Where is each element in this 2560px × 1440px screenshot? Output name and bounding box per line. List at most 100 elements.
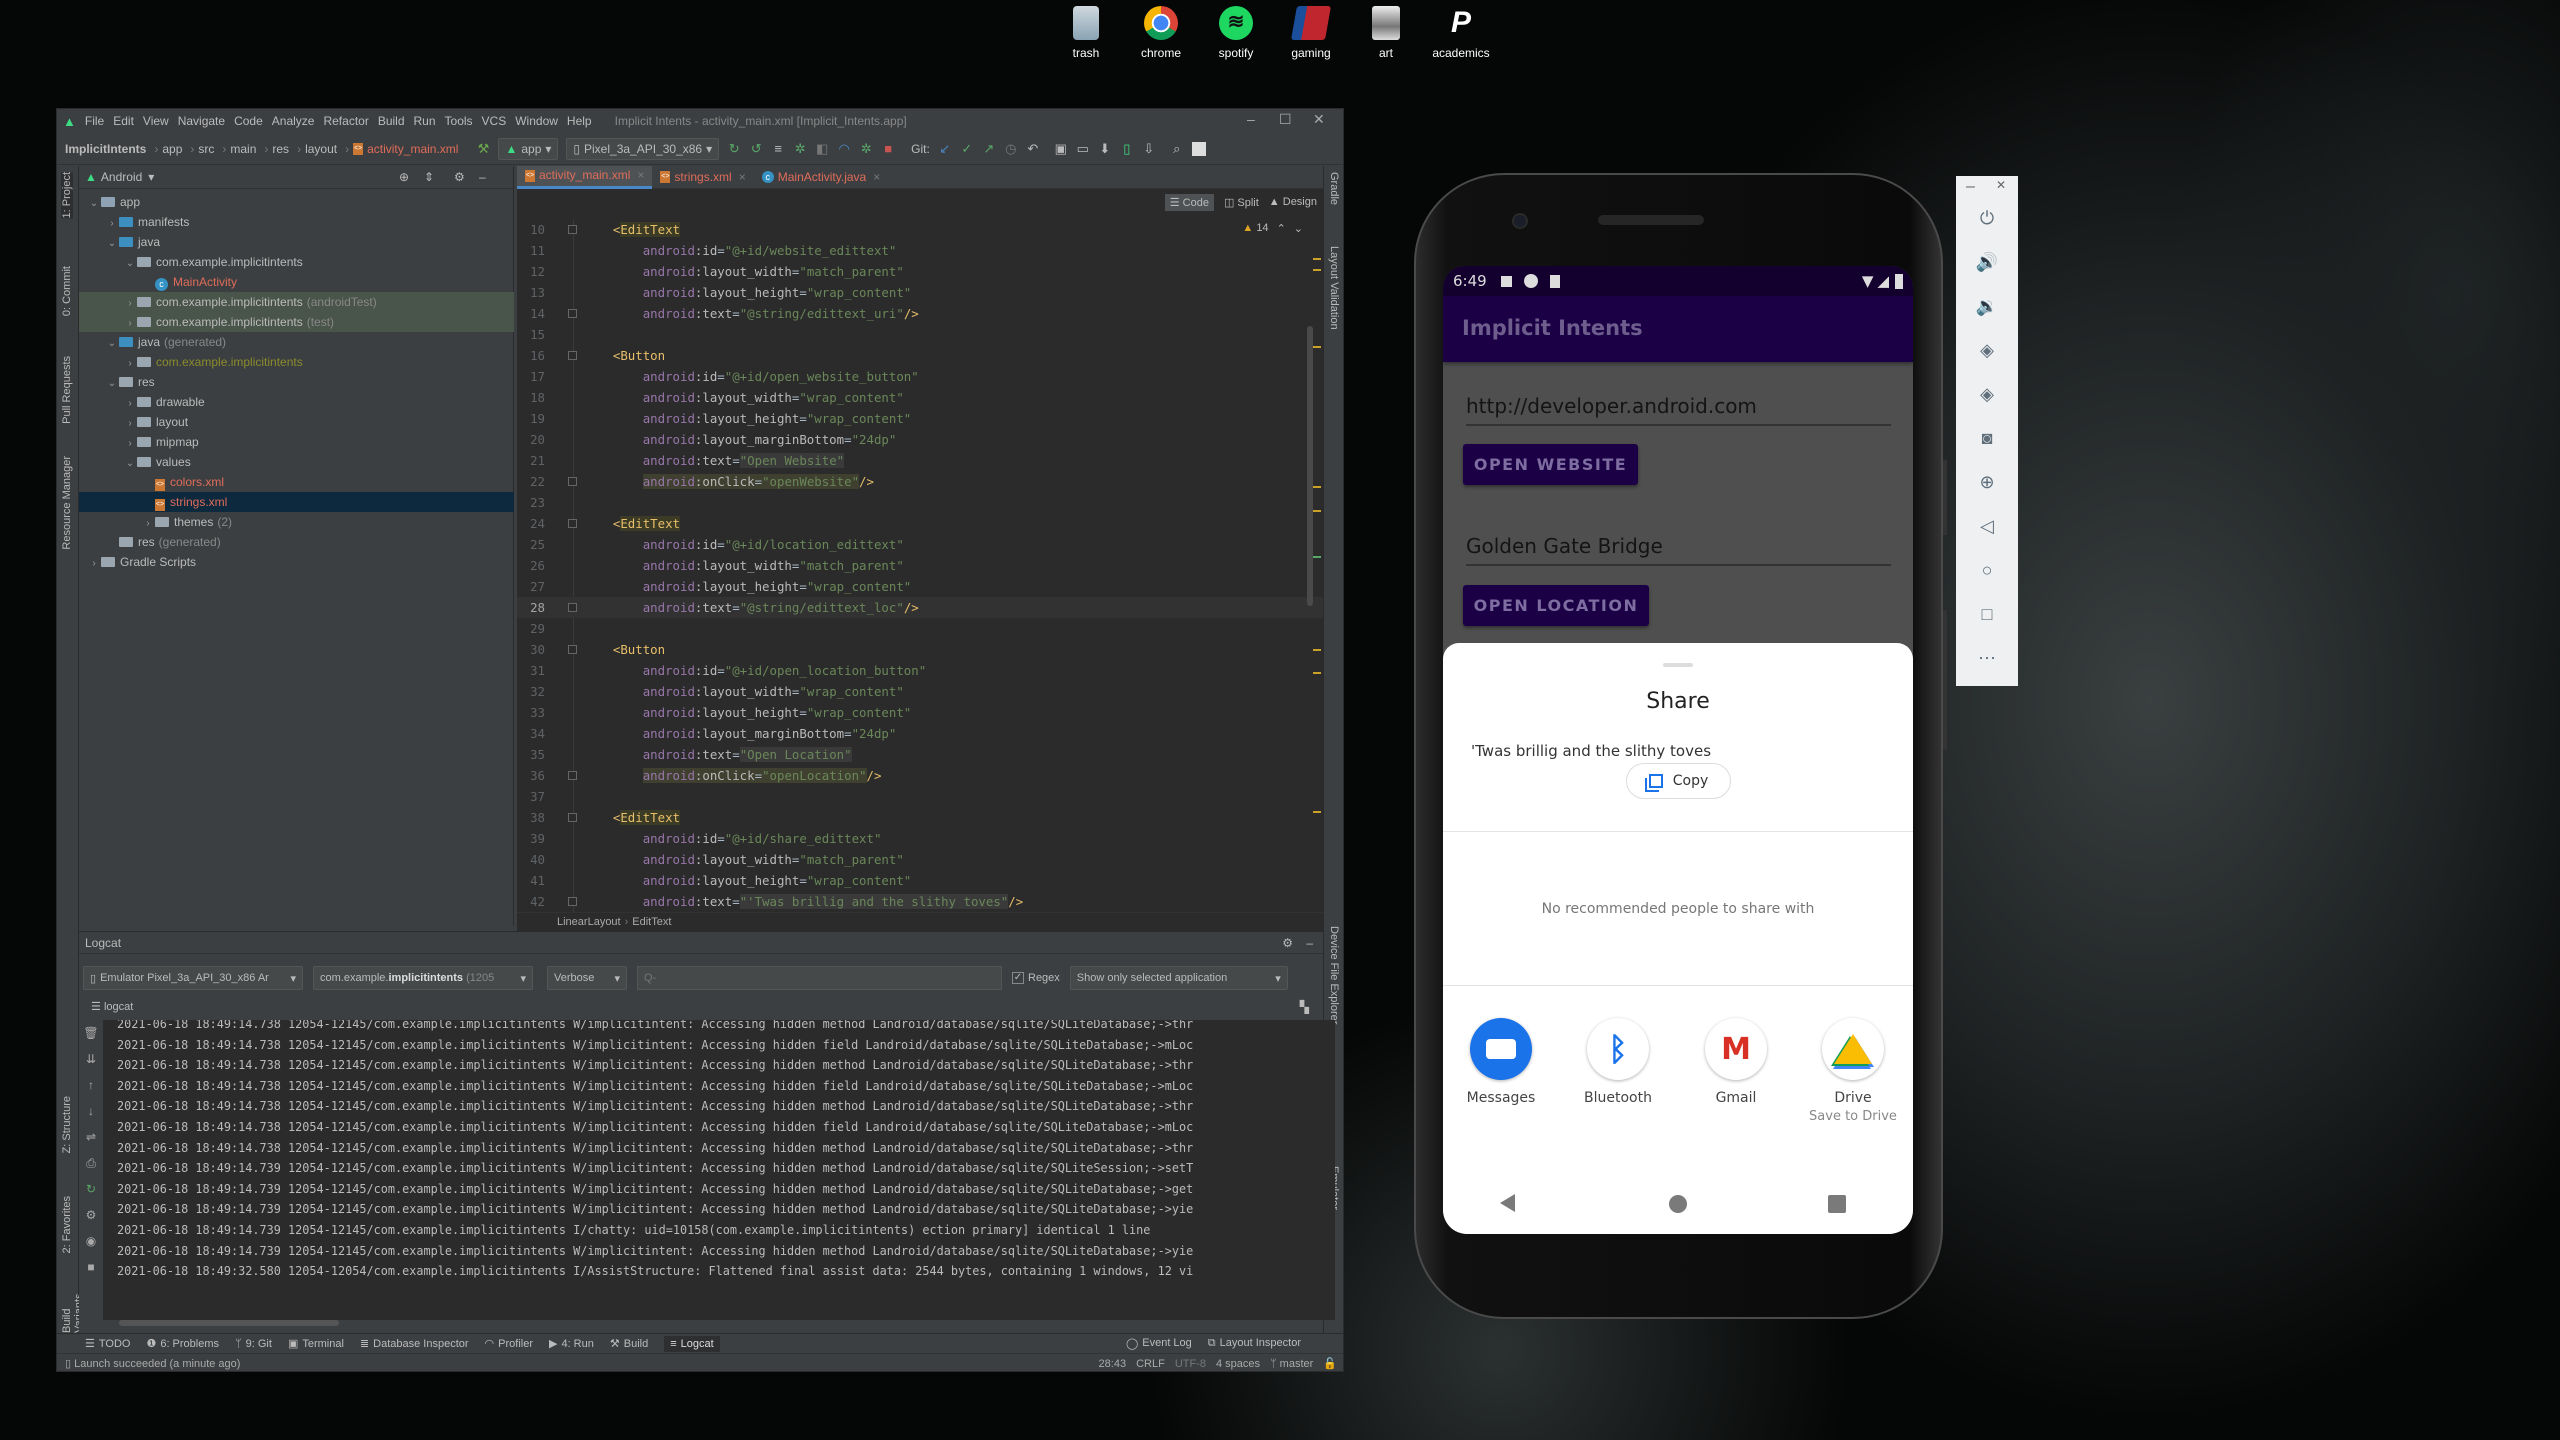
chevron-down-icon[interactable]: ⌄ bbox=[123, 454, 137, 474]
menu-code[interactable]: Code bbox=[234, 114, 263, 128]
menu-build[interactable]: Build bbox=[378, 114, 405, 128]
close-button[interactable]: ✕ bbox=[1313, 111, 1325, 128]
tool-tab-profiler[interactable]: ◠ Profiler bbox=[485, 1337, 533, 1351]
zoom-icon[interactable]: ⊕ bbox=[1956, 472, 2018, 493]
desktop-icon-trash[interactable]: trash bbox=[1048, 6, 1124, 60]
collapse-all-icon[interactable]: ⇕ bbox=[424, 170, 434, 184]
sheet-drag-handle[interactable] bbox=[1663, 663, 1693, 667]
git-branch[interactable]: master bbox=[1280, 1358, 1314, 1370]
screen-capture-icon[interactable]: ◉ bbox=[79, 1228, 103, 1254]
sync-gradle-icon[interactable]: ⇩ bbox=[1142, 141, 1156, 156]
desktop-icon-spotify[interactable]: ≋ spotify bbox=[1198, 6, 1274, 60]
minimize-button[interactable]: – bbox=[1966, 178, 1975, 196]
back-icon[interactable]: ◁ bbox=[1956, 516, 2018, 537]
open-website-button[interactable]: OPEN WEBSITE bbox=[1463, 444, 1638, 485]
view-mode-design[interactable]: ▲ Design bbox=[1269, 194, 1317, 211]
chevron-down-icon[interactable]: ⌄ bbox=[123, 254, 137, 274]
settings-gear-icon[interactable]: ⚙ bbox=[79, 1202, 103, 1228]
close-tab-icon[interactable]: × bbox=[873, 166, 880, 189]
stop-icon[interactable]: ■ bbox=[881, 141, 895, 156]
locate-file-icon[interactable]: ⊕ bbox=[399, 170, 409, 184]
fold-marker-icon[interactable] bbox=[568, 351, 577, 360]
overview-icon[interactable]: □ bbox=[1956, 604, 2018, 625]
rotate-left-icon[interactable]: ◈ bbox=[1956, 340, 2018, 361]
chevron-down-icon[interactable]: ⌄ bbox=[87, 194, 101, 214]
logcat-device-select[interactable]: ▯ Emulator Pixel_3a_API_30_x86 Ar ▾ bbox=[83, 966, 303, 990]
chevron-right-icon[interactable]: › bbox=[141, 514, 155, 534]
share-target-messages[interactable]: Messages bbox=[1446, 1018, 1556, 1106]
tree-item[interactable]: › drawable bbox=[79, 392, 514, 412]
tool-window-pull-requests[interactable]: Pull Requests bbox=[61, 356, 73, 424]
tool-tab-todo[interactable]: ☰ TODO bbox=[85, 1337, 130, 1351]
soft-wrap-icon[interactable]: ▚ bbox=[1300, 1000, 1309, 1014]
project-structure-icon[interactable]: ▣ bbox=[1054, 141, 1068, 156]
debug-icon[interactable]: ✲ bbox=[793, 141, 807, 156]
nav-overview-button[interactable] bbox=[1828, 1195, 1846, 1213]
fold-marker-icon[interactable] bbox=[568, 225, 577, 234]
git-commit-icon[interactable]: ✓ bbox=[960, 141, 974, 156]
tree-item[interactable]: › layout bbox=[79, 412, 514, 432]
git-update-icon[interactable]: ↙ bbox=[938, 141, 952, 156]
share-target-bluetooth[interactable]: ᛒ Bluetooth bbox=[1563, 1018, 1673, 1106]
open-location-button[interactable]: OPEN LOCATION bbox=[1463, 585, 1649, 626]
phone-side-button[interactable] bbox=[1943, 460, 1947, 535]
close-tab-icon[interactable]: × bbox=[637, 164, 644, 187]
file-encoding[interactable]: UTF-8 bbox=[1175, 1358, 1206, 1370]
nav-home-button[interactable] bbox=[1669, 1195, 1687, 1213]
git-push-icon[interactable]: ↗ bbox=[982, 141, 996, 156]
breadcrumb-item[interactable]: ImplicitIntents bbox=[65, 142, 146, 156]
tree-item[interactable]: ⌄ com.example.implicitintents bbox=[79, 252, 514, 272]
phone-side-button[interactable] bbox=[1943, 610, 1947, 750]
line-separator[interactable]: CRLF bbox=[1136, 1358, 1165, 1370]
logcat-process-select[interactable]: com.example.implicitintents (1205 ▾ bbox=[313, 966, 533, 990]
volume-up-icon[interactable]: 🔊 bbox=[1956, 252, 2018, 273]
status-message[interactable]: Launch succeeded (a minute ago) bbox=[74, 1358, 240, 1370]
tree-item[interactable]: ⌄ java (generated) bbox=[79, 332, 514, 352]
power-icon[interactable]: ⏻ bbox=[1956, 208, 2018, 229]
logcat-filter-select[interactable]: Show only selected application ▾ bbox=[1069, 966, 1288, 990]
tree-item[interactable]: ⌄ app bbox=[79, 192, 514, 212]
chevron-right-icon[interactable]: › bbox=[123, 394, 137, 414]
view-mode-code[interactable]: ☰ Code bbox=[1164, 194, 1214, 211]
tree-item[interactable]: › com.example.implicitintents (androidTest… bbox=[79, 292, 514, 312]
tree-item[interactable]: ⌄ java bbox=[79, 232, 514, 252]
editor-tab[interactable]: <> activity_main.xml × bbox=[517, 164, 653, 189]
regex-checkbox[interactable]: ✓ Regex bbox=[1012, 972, 1060, 984]
breadcrumb-linearlayout[interactable]: LinearLayout bbox=[557, 916, 621, 928]
build-hammer-icon[interactable]: ⚒ bbox=[476, 141, 490, 156]
tool-window-layout-validation[interactable]: Layout Validation bbox=[1328, 246, 1340, 330]
tool-window-gradle[interactable]: Gradle bbox=[1328, 172, 1340, 205]
tree-item[interactable]: ⌄ values bbox=[79, 452, 514, 472]
chevron-down-icon[interactable]: ⌄ bbox=[105, 334, 119, 354]
device-manager-icon[interactable]: ▭ bbox=[1076, 141, 1090, 156]
nav-back-button[interactable] bbox=[1500, 1194, 1515, 1212]
tree-item[interactable]: › manifests bbox=[79, 212, 514, 232]
phone-screen[interactable]: 6:49 ▼ ◢ Implicit Intents http://develop… bbox=[1443, 266, 1913, 1234]
menu-window[interactable]: Window bbox=[515, 114, 558, 128]
attach-debugger-icon[interactable]: ✲ bbox=[859, 141, 873, 156]
menu-vcs[interactable]: VCS bbox=[482, 114, 507, 128]
tree-item[interactable]: › com.example.implicitintents bbox=[79, 352, 514, 372]
editor-tab[interactable]: <> strings.xml × bbox=[652, 166, 753, 189]
tool-window-resource-manager[interactable]: Resource Manager bbox=[61, 456, 73, 550]
chevron-down-icon[interactable]: ⌄ bbox=[105, 234, 119, 254]
chevron-down-icon[interactable]: ▾ bbox=[148, 170, 154, 184]
more-icon[interactable]: ⋯ bbox=[1956, 648, 2018, 669]
indent-setting[interactable]: 4 spaces bbox=[1216, 1358, 1260, 1370]
editor-tab[interactable]: c MainActivity.java × bbox=[754, 166, 889, 189]
volume-down-icon[interactable]: 🔉 bbox=[1956, 296, 2018, 317]
profile-icon[interactable]: ◠ bbox=[837, 141, 851, 156]
share-target-drive[interactable]: Drive Save to Drive bbox=[1798, 1018, 1908, 1124]
chevron-right-icon[interactable]: › bbox=[123, 434, 137, 454]
soft-wraps-icon[interactable]: ⇌ bbox=[79, 1124, 103, 1150]
fold-marker-icon[interactable] bbox=[568, 309, 577, 318]
logcat-subtab[interactable]: ☰ logcat bbox=[91, 1000, 133, 1013]
run-tests-icon[interactable]: ≡ bbox=[771, 141, 785, 156]
tree-item[interactable]: › themes (2) bbox=[79, 512, 514, 532]
fold-marker-icon[interactable] bbox=[568, 813, 577, 822]
menu-help[interactable]: Help bbox=[567, 114, 592, 128]
tree-item[interactable]: <> strings.xml bbox=[79, 492, 514, 512]
tree-item[interactable]: › mipmap bbox=[79, 432, 514, 452]
device-select[interactable]: ▯ Pixel_3a_API_30_x86 ▾ bbox=[566, 137, 720, 160]
view-mode-split[interactable]: ◫ Split bbox=[1224, 194, 1259, 211]
